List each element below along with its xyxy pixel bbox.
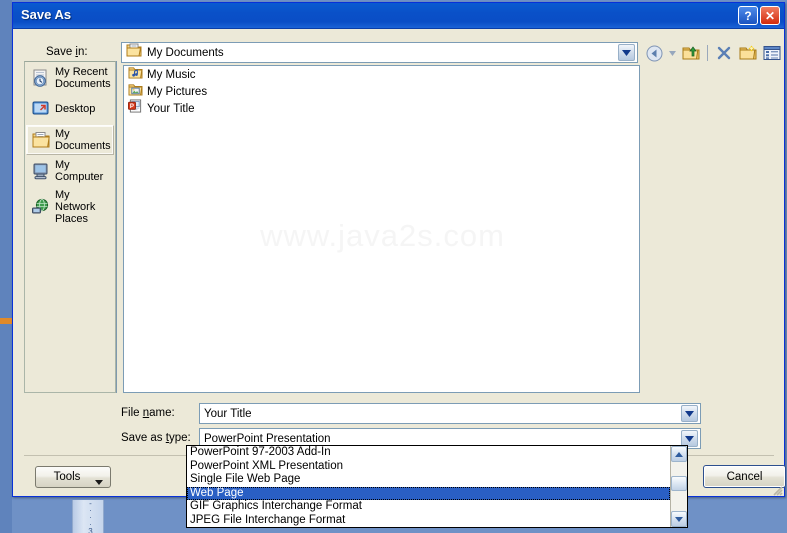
places-bar: My Recent Documents Desktop My Documents… — [24, 61, 116, 393]
resize-grip[interactable] — [771, 483, 783, 496]
chevron-down-icon — [95, 476, 103, 488]
file-name-input[interactable]: Your Title — [200, 408, 681, 420]
scroll-down-button[interactable] — [671, 511, 687, 527]
list-item[interactable]: P Your Title — [124, 99, 639, 118]
tools-button[interactable]: Tools — [35, 466, 111, 488]
back-button[interactable] — [643, 43, 665, 64]
list-item-label: Your Title — [147, 102, 195, 115]
my-computer-icon — [30, 162, 52, 180]
list-item-label: My Pictures — [147, 85, 208, 98]
dropdown-option[interactable]: PowerPoint 97-2003 Add-In — [187, 446, 670, 460]
delete-x-icon[interactable] — [713, 43, 735, 64]
file-name-dropdown-arrow[interactable] — [681, 405, 698, 422]
dialog-title: Save As — [21, 7, 72, 22]
sidebar-item-desktop[interactable]: Desktop — [27, 94, 113, 124]
powerpoint-file-icon: P — [128, 99, 143, 118]
list-item[interactable]: My Pictures — [124, 83, 639, 100]
my-documents-folder-icon — [126, 43, 142, 62]
save-as-type-label: Save as type: — [121, 432, 191, 444]
screen: - · · · 3 Save As ? ✕ Save in: My Docume… — [0, 0, 787, 533]
dropdown-option[interactable]: Single File Web Page — [187, 473, 670, 487]
scroll-up-button[interactable] — [671, 446, 687, 462]
recent-documents-icon — [30, 68, 52, 88]
sidebar-item-my-documents[interactable]: My Documents — [26, 125, 114, 155]
desktop-icon — [30, 100, 52, 118]
help-button[interactable]: ? — [738, 6, 758, 25]
sidebar-item-label: Desktop — [55, 103, 96, 115]
ruler-tick: 3 — [88, 527, 92, 533]
dialog-titlebar[interactable]: Save As ? ✕ — [13, 3, 784, 29]
dropdown-scrollbar[interactable] — [670, 446, 687, 527]
places-bar-separator — [116, 61, 117, 393]
dialog-toolbar — [643, 42, 787, 64]
dropdown-option[interactable]: GIF Graphics Interchange Format — [187, 500, 670, 514]
save-in-dropdown-arrow[interactable] — [618, 44, 635, 61]
sidebar-item-label: My Computer — [55, 159, 104, 183]
save-as-type-value: PowerPoint Presentation — [204, 432, 331, 445]
save-as-type-dropdown-list[interactable]: PowerPoint 97-2003 Add-In PowerPoint XML… — [186, 445, 688, 528]
dropdown-option-selected[interactable]: Web Page — [187, 486, 670, 501]
save-in-label: Save in: — [46, 46, 88, 58]
svg-text:P: P — [130, 104, 134, 110]
up-one-level-button[interactable] — [680, 43, 702, 64]
my-documents-icon — [30, 131, 52, 149]
list-item-label: My Music — [147, 68, 196, 81]
dropdown-option[interactable]: PowerPoint XML Presentation — [187, 460, 670, 474]
views-button[interactable] — [761, 43, 783, 64]
ruler-tick-labels: - · · · 3 — [85, 500, 95, 533]
sidebar-item-my-recent-documents[interactable]: My Recent Documents — [27, 63, 113, 93]
titlebar-buttons: ? ✕ — [738, 6, 780, 25]
sidebar-item-label: My Documents — [55, 128, 111, 152]
scrollbar-thumb[interactable] — [671, 476, 687, 491]
save-in-combobox[interactable]: My Documents — [121, 42, 638, 63]
network-places-icon — [30, 198, 52, 216]
dropdown-option[interactable]: JPEG File Interchange Format — [187, 514, 670, 527]
watermark: www.java2s.com — [260, 218, 505, 253]
background-app-edge — [0, 0, 12, 533]
list-item[interactable]: My Music — [124, 66, 639, 83]
back-history-dropdown[interactable] — [667, 43, 678, 63]
tools-button-label: Tools — [53, 471, 81, 483]
save-in-value: My Documents — [147, 46, 224, 59]
sidebar-item-my-network-places[interactable]: My Network Places — [27, 187, 113, 227]
close-button[interactable]: ✕ — [760, 6, 780, 25]
save-as-dialog: Save As ? ✕ Save in: My Documents My Rec… — [12, 2, 787, 497]
save-in-row: Save in: My Documents — [13, 29, 787, 64]
toolbar-separator — [707, 45, 708, 61]
sidebar-item-my-computer[interactable]: My Computer — [27, 156, 113, 186]
file-list[interactable]: My Music My Pictures P Your Title www.ja… — [123, 65, 640, 393]
file-name-label: File name: — [121, 407, 175, 419]
new-folder-button[interactable] — [737, 43, 759, 64]
sidebar-item-label: My Network Places — [55, 189, 96, 225]
dropdown-options: PowerPoint 97-2003 Add-In PowerPoint XML… — [187, 446, 670, 527]
file-name-combobox[interactable]: Your Title — [199, 403, 701, 424]
sidebar-item-label: My Recent Documents — [55, 66, 111, 90]
